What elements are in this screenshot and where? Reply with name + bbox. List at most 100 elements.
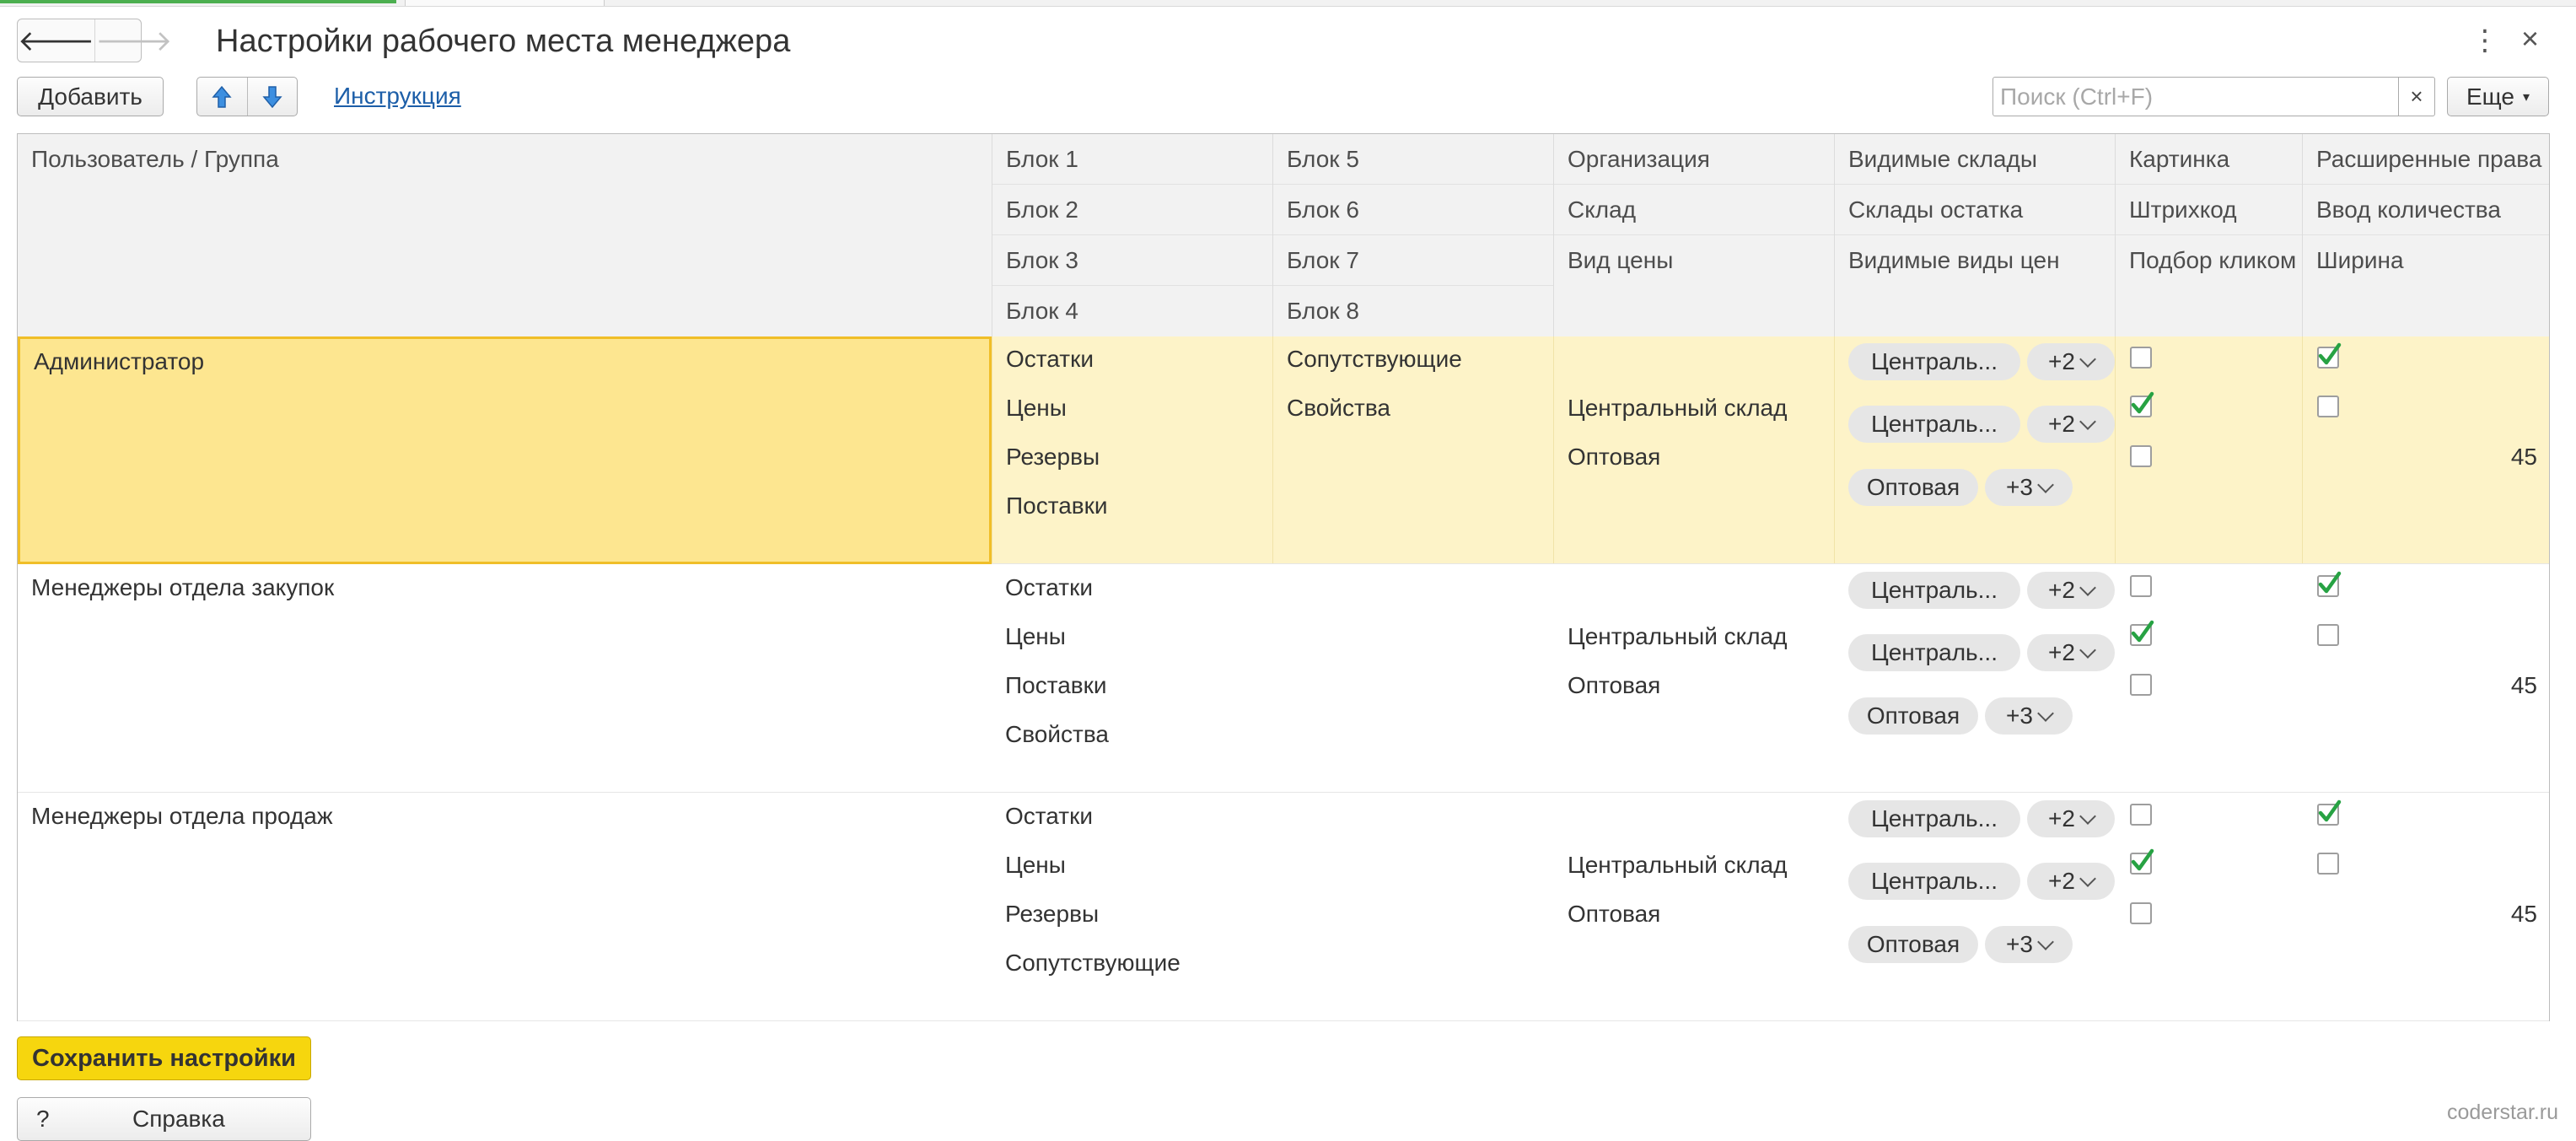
inactive-tab[interactable] bbox=[405, 0, 605, 6]
more-tags-button[interactable]: +2 bbox=[2027, 406, 2115, 443]
option-checkbox[interactable] bbox=[2130, 347, 2152, 369]
header-extended-rights[interactable]: Расширенные права Ввод количества Ширина bbox=[2302, 134, 2549, 336]
close-icon: × bbox=[2410, 83, 2423, 109]
width-value[interactable]: 45 bbox=[2511, 443, 2537, 471]
option-checkbox[interactable] bbox=[2130, 674, 2152, 696]
instruction-link[interactable]: Инструкция bbox=[334, 81, 461, 111]
rights-checkbox[interactable] bbox=[2317, 571, 2342, 597]
search-placeholder: Поиск (Ctrl+F) bbox=[2000, 83, 2154, 110]
warehouse-tag[interactable]: Оптовая bbox=[1848, 926, 1978, 963]
user-group-cell[interactable]: Менеджеры отдела закупок bbox=[18, 565, 992, 793]
more-menu-button[interactable]: ⋮ bbox=[2471, 24, 2499, 57]
organization-cell[interactable]: Центральный склад Оптовая bbox=[1553, 565, 1834, 792]
back-button[interactable]: 🡐 bbox=[18, 19, 94, 62]
blocks-5-8-cell[interactable]: Сопутствующие Свойства bbox=[1272, 336, 1553, 563]
header-blocks-1-4[interactable]: Блок 1 Блок 2 Блок 3 Блок 4 bbox=[992, 134, 1272, 336]
blocks-1-4-cell[interactable]: Остатки Цены Поставки Свойства bbox=[992, 565, 1272, 792]
block-value: Остатки bbox=[1006, 346, 1094, 372]
warehouse-tag[interactable]: Централь... bbox=[1848, 634, 2020, 671]
header-user[interactable]: Пользователь / Группа bbox=[18, 134, 992, 336]
visible-warehouses-cell[interactable]: Централь... +2 Централь... +2 Оптовая +3 bbox=[1834, 794, 2115, 1020]
rights-checkbox[interactable] bbox=[2317, 342, 2342, 369]
option-checkbox[interactable] bbox=[2130, 575, 2152, 597]
history-nav: 🡐 🡒 bbox=[17, 19, 172, 62]
close-icon: × bbox=[2521, 21, 2540, 56]
add-button[interactable]: Добавить bbox=[17, 77, 164, 116]
header-label: Блок 1 bbox=[992, 134, 1272, 185]
table-row[interactable]: Менеджеры отдела закупок Остатки Цены Поста… bbox=[18, 565, 2549, 793]
header-label: Блок 7 bbox=[1273, 235, 1553, 286]
rights-checkbox[interactable] bbox=[2317, 799, 2342, 826]
header-label: Блок 6 bbox=[1273, 185, 1553, 235]
block-value: Остатки bbox=[1005, 803, 1093, 829]
blocks-1-4-cell[interactable]: Остатки Цены Резервы Сопутствующие bbox=[992, 794, 1272, 1020]
warehouse-tag[interactable]: Централь... bbox=[1848, 863, 2020, 900]
organization-cell[interactable]: Центральный склад Оптовая bbox=[1553, 794, 1834, 1020]
blocks-1-4-cell[interactable]: Остатки Цены Резервы Поставки bbox=[992, 336, 1272, 563]
more-tags-button[interactable]: +2 bbox=[2027, 863, 2115, 900]
user-group-name: Администратор bbox=[34, 348, 205, 374]
move-down-button[interactable] bbox=[246, 78, 298, 116]
header-picture[interactable]: Картинка Штрихкод Подбор кликом bbox=[2115, 134, 2302, 336]
organization-value: Оптовая bbox=[1568, 901, 1661, 927]
more-actions-button[interactable]: Еще ▾ bbox=[2447, 77, 2549, 116]
search-input[interactable]: Поиск (Ctrl+F) × bbox=[1993, 77, 2435, 116]
chevron-down-icon bbox=[2079, 808, 2096, 825]
user-group-cell[interactable]: Администратор bbox=[18, 336, 992, 564]
organization-cell[interactable]: Центральный склад Оптовая bbox=[1553, 336, 1834, 563]
move-up-button[interactable] bbox=[197, 78, 247, 116]
blocks-5-8-cell[interactable] bbox=[1272, 794, 1553, 1020]
more-tags-button[interactable]: +3 bbox=[1985, 697, 2073, 735]
option-checkbox[interactable] bbox=[2130, 620, 2154, 646]
option-checkbox[interactable] bbox=[2130, 848, 2154, 875]
more-tags-count: +3 bbox=[2006, 702, 2033, 729]
organization-value: Центральный склад bbox=[1568, 395, 1788, 421]
table-row[interactable]: Менеджеры отдела продаж Остатки Цены Резерв… bbox=[18, 794, 2549, 1021]
warehouse-tag[interactable]: Оптовая bbox=[1848, 469, 1978, 506]
width-value[interactable]: 45 bbox=[2511, 671, 2537, 700]
block-value: Сопутствующие bbox=[1005, 950, 1180, 976]
more-tags-button[interactable]: +2 bbox=[2027, 634, 2115, 671]
more-tags-button[interactable]: +3 bbox=[1985, 926, 2073, 963]
active-tab-indicator bbox=[0, 0, 396, 3]
more-tags-button[interactable]: +2 bbox=[2027, 800, 2115, 837]
header-visible-warehouses[interactable]: Видимые склады Склады остатка Видимые ви… bbox=[1834, 134, 2115, 336]
rights-checkbox[interactable] bbox=[2317, 396, 2339, 417]
header-organization[interactable]: Организация Склад Вид цены bbox=[1553, 134, 1834, 336]
header-label: Пользователь / Группа bbox=[31, 146, 279, 172]
rights-checkbox[interactable] bbox=[2317, 624, 2339, 646]
option-checkbox[interactable] bbox=[2130, 391, 2154, 417]
warehouse-tag[interactable]: Централь... bbox=[1848, 343, 2020, 380]
blocks-5-8-cell[interactable] bbox=[1272, 565, 1553, 792]
rights-checkbox[interactable] bbox=[2317, 853, 2339, 875]
arrow-right-icon: 🡒 bbox=[95, 24, 173, 57]
more-tags-button[interactable]: +2 bbox=[2027, 572, 2115, 609]
warehouse-tag[interactable]: Централь... bbox=[1848, 800, 2020, 837]
option-checkbox[interactable] bbox=[2130, 804, 2152, 826]
clear-search-button[interactable]: × bbox=[2398, 78, 2434, 116]
header-label: Вид цены bbox=[1568, 247, 1674, 273]
block-value: Остатки bbox=[1005, 574, 1093, 600]
width-value[interactable]: 45 bbox=[2511, 900, 2537, 928]
save-settings-button[interactable]: Сохранить настройки bbox=[17, 1036, 311, 1080]
more-tags-button[interactable]: +3 bbox=[1985, 469, 2073, 506]
more-tags-count: +2 bbox=[2048, 577, 2075, 603]
visible-warehouses-cell[interactable]: Централь... +2 Централь... +2 Оптовая +3 bbox=[1834, 336, 2115, 563]
close-window-button[interactable]: × bbox=[2521, 22, 2539, 56]
settings-table: Пользователь / Группа Блок 1 Блок 2 Блок… bbox=[17, 133, 2550, 1021]
header-blocks-5-8[interactable]: Блок 5 Блок 6 Блок 7 Блок 8 bbox=[1272, 134, 1553, 336]
table-row[interactable]: Администратор Остатки Цены Резервы Поставки С… bbox=[18, 336, 2549, 564]
more-tags-button[interactable]: +2 bbox=[2027, 343, 2115, 380]
warehouse-tag[interactable]: Оптовая bbox=[1848, 697, 1978, 735]
help-button[interactable]: ? Справка bbox=[17, 1097, 311, 1141]
option-checkbox[interactable] bbox=[2130, 902, 2152, 924]
blue-arrow-up-icon bbox=[212, 85, 232, 108]
warehouse-tag[interactable]: Централь... bbox=[1848, 572, 2020, 609]
forward-button[interactable]: 🡒 bbox=[94, 19, 172, 62]
warehouse-tag[interactable]: Централь... bbox=[1848, 406, 2020, 443]
more-tags-count: +3 bbox=[2006, 474, 2033, 500]
option-checkbox[interactable] bbox=[2130, 445, 2152, 467]
visible-warehouses-cell[interactable]: Централь... +2 Централь... +2 Оптовая +3 bbox=[1834, 565, 2115, 792]
user-group-cell[interactable]: Менеджеры отдела продаж bbox=[18, 794, 992, 1021]
block-value: Резервы bbox=[1005, 901, 1100, 927]
